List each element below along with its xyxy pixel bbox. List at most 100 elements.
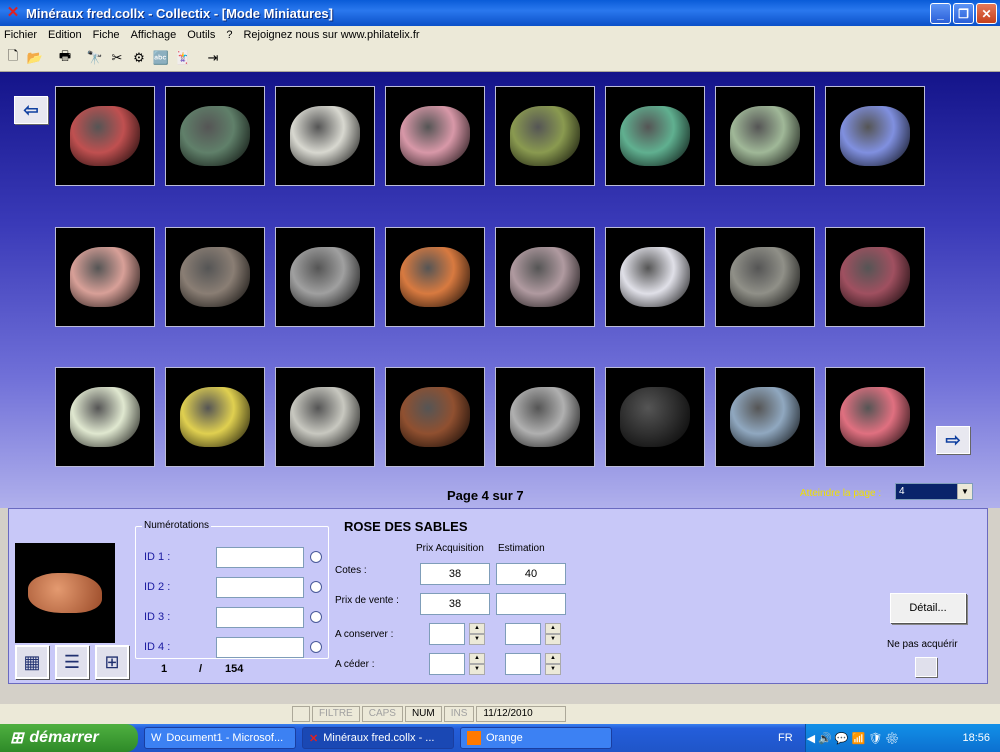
mineral-thumbnail[interactable] xyxy=(275,367,375,467)
open-icon[interactable]: 📂 xyxy=(24,47,46,69)
new-icon[interactable]: 🗋 xyxy=(2,47,24,69)
menu-outils[interactable]: Outils xyxy=(187,29,215,41)
task-word[interactable]: W Document1 - Microsof... xyxy=(144,727,296,749)
menu-website-link[interactable]: Rejoignez nous sur www.philatelix.fr xyxy=(243,29,419,41)
ceder-estimation-spin[interactable] xyxy=(505,653,541,675)
mineral-thumbnail[interactable] xyxy=(275,86,375,186)
mineral-thumbnail[interactable] xyxy=(165,86,265,186)
goto-page-select[interactable]: 4 ▼ xyxy=(895,483,973,500)
conserver-acquisition-spin[interactable] xyxy=(429,623,465,645)
close-button[interactable]: ✕ xyxy=(976,3,997,24)
menu-fichier[interactable]: Fichier xyxy=(4,29,37,41)
mineral-thumbnail[interactable] xyxy=(825,86,925,186)
mineral-image xyxy=(620,106,690,166)
status-filtre: FILTRE xyxy=(312,706,360,722)
status-num: NUM xyxy=(404,706,442,722)
toolbar: 🗋 📂 🖶 🔭 ✂ ⚙ 🔤 🃏 ⇥ xyxy=(0,44,1000,72)
mineral-thumbnail[interactable] xyxy=(715,367,815,467)
previous-page-button[interactable]: ⇦ xyxy=(14,96,48,124)
id4-input[interactable] xyxy=(216,637,304,658)
id1-radio[interactable] xyxy=(310,551,322,563)
prix-vente-label: Prix de vente : xyxy=(335,595,399,606)
id2-radio[interactable] xyxy=(310,581,322,593)
id3-label: ID 3 : xyxy=(144,611,171,623)
ceder-estimation-stepper[interactable]: ▲ ▼ xyxy=(545,653,561,675)
mineral-thumbnail[interactable] xyxy=(495,86,595,186)
chevron-down-icon[interactable]: ▼ xyxy=(957,484,972,499)
mineral-image xyxy=(510,247,580,307)
id3-radio[interactable] xyxy=(310,611,322,623)
detail-button[interactable]: Détail... xyxy=(890,593,966,623)
mineral-thumbnail[interactable] xyxy=(165,367,265,467)
mineral-thumbnail[interactable] xyxy=(385,367,485,467)
id4-radio[interactable] xyxy=(310,641,322,653)
conserver-estimation-stepper[interactable]: ▲ ▼ xyxy=(545,623,561,645)
language-indicator[interactable]: FR xyxy=(778,732,793,744)
mineral-image xyxy=(70,387,140,447)
mineral-thumbnail[interactable] xyxy=(385,227,485,327)
mineral-thumbnail[interactable] xyxy=(495,227,595,327)
ne-pas-acquerir-button[interactable] xyxy=(915,657,937,677)
mineral-thumbnail[interactable] xyxy=(55,227,155,327)
mineral-thumbnail[interactable] xyxy=(715,227,815,327)
word-icon: W xyxy=(151,732,162,744)
cotes-acquisition-field[interactable]: 38 xyxy=(420,563,490,585)
mineral-thumbnail[interactable] xyxy=(55,367,155,467)
cards-icon[interactable]: 🃏 xyxy=(172,47,194,69)
view-gallery-button[interactable]: ▦ xyxy=(15,645,49,679)
tray-icons[interactable]: ◀🔊💬📶🛡⚙ xyxy=(807,732,902,745)
mineral-thumbnail[interactable] xyxy=(825,227,925,327)
view-grid-button[interactable]: ⊞ xyxy=(95,645,129,679)
mineral-thumbnail[interactable] xyxy=(495,367,595,467)
print-icon[interactable]: 🖶 xyxy=(54,47,76,69)
record-current: 1 xyxy=(161,663,168,675)
task-collectix[interactable]: ✕ Minéraux fred.collx - ... xyxy=(302,727,454,749)
id1-input[interactable] xyxy=(216,547,304,568)
conserver-acquisition-stepper[interactable]: ▲ ▼ xyxy=(469,623,485,645)
minimize-button[interactable]: _ xyxy=(930,3,951,24)
mineral-thumbnail[interactable] xyxy=(55,86,155,186)
status-bar: FILTRE CAPS NUM INS 11/12/2010 xyxy=(0,704,1000,724)
start-button[interactable]: ⊞ démarrer xyxy=(0,724,138,752)
mineral-thumbnail[interactable] xyxy=(605,367,705,467)
mineral-thumbnail[interactable] xyxy=(165,227,265,327)
exit-icon[interactable]: ⇥ xyxy=(202,47,224,69)
mineral-image xyxy=(290,387,360,447)
cotes-estimation-field[interactable]: 40 xyxy=(496,563,566,585)
mineral-thumbnail[interactable] xyxy=(605,227,705,327)
next-page-button[interactable]: ⇨ xyxy=(936,426,970,454)
mineral-image xyxy=(510,387,580,447)
maximize-button[interactable]: ❐ xyxy=(953,3,974,24)
task-orange[interactable]: Orange xyxy=(460,727,612,749)
id2-input[interactable] xyxy=(216,577,304,598)
conserver-estimation-spin[interactable] xyxy=(505,623,541,645)
settings-icon[interactable]: ⚙ xyxy=(128,47,150,69)
status-caps: CAPS xyxy=(361,706,403,722)
tool-icon[interactable]: ✂ xyxy=(106,47,128,69)
menu-fiche[interactable]: Fiche xyxy=(93,29,120,41)
vente-estimation-field[interactable] xyxy=(496,593,566,615)
mineral-thumbnail[interactable] xyxy=(605,86,705,186)
mineral-image xyxy=(730,247,800,307)
mineral-image xyxy=(400,387,470,447)
ceder-acquisition-spin[interactable] xyxy=(429,653,465,675)
menu-bar: Fichier Edition Fiche Affichage Outils ?… xyxy=(0,26,1000,44)
menu-affichage[interactable]: Affichage xyxy=(131,29,177,41)
menu-help[interactable]: ? xyxy=(226,29,232,41)
mineral-thumbnail[interactable] xyxy=(385,86,485,186)
mineral-thumbnail[interactable] xyxy=(825,367,925,467)
view-list-button[interactable]: ☰ xyxy=(55,645,89,679)
mineral-image xyxy=(400,247,470,307)
numerotations-group: Numérotations ID 1 : ID 2 : ID 3 : ID 4 … xyxy=(135,520,329,659)
mineral-thumbnail[interactable] xyxy=(275,227,375,327)
id4-label: ID 4 : xyxy=(144,641,171,653)
taskbar: ⊞ démarrer W Document1 - Microsof... ✕ M… xyxy=(0,724,1000,752)
mineral-thumbnail[interactable] xyxy=(715,86,815,186)
vente-acquisition-field[interactable]: 38 xyxy=(420,593,490,615)
abc-icon[interactable]: 🔤 xyxy=(150,47,172,69)
ceder-acquisition-stepper[interactable]: ▲ ▼ xyxy=(469,653,485,675)
find-icon[interactable]: 🔭 xyxy=(84,47,106,69)
start-label: démarrer xyxy=(29,729,99,746)
menu-edition[interactable]: Edition xyxy=(48,29,82,41)
id3-input[interactable] xyxy=(216,607,304,628)
